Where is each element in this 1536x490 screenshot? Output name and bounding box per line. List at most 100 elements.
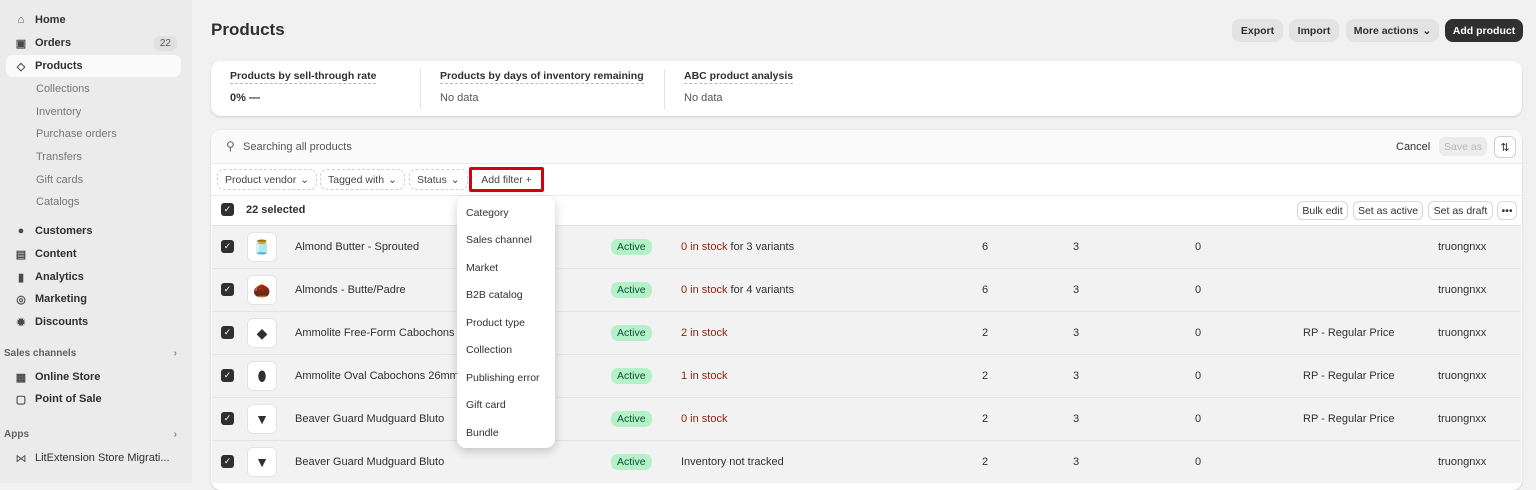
add-filter-button[interactable]: Add filter + bbox=[469, 167, 544, 192]
column-value: 0 bbox=[1195, 327, 1202, 339]
nav-label: Orders bbox=[35, 37, 72, 49]
row-checkbox[interactable]: ✓ bbox=[221, 412, 234, 425]
metric-label: Products by sell-through rate bbox=[230, 70, 377, 84]
menu-item-collection[interactable]: Collection bbox=[466, 344, 512, 356]
apps-heading[interactable]: Apps › bbox=[4, 429, 179, 440]
save-as-button[interactable]: Save as bbox=[1439, 137, 1487, 156]
inventory-cell: 1 in stock bbox=[681, 370, 727, 382]
filter-product-vendor[interactable]: Product vendor ⌄ bbox=[217, 169, 318, 190]
more-icon[interactable]: ••• bbox=[1497, 201, 1517, 220]
vendor-cell: truongnxx bbox=[1438, 456, 1487, 468]
product-thumbnail: ◆ bbox=[247, 318, 277, 348]
inventory-cell: 0 in stock bbox=[681, 413, 727, 425]
export-button[interactable]: Export bbox=[1232, 19, 1283, 42]
menu-item-bundle[interactable]: Bundle bbox=[466, 427, 499, 439]
metric-label: ABC product analysis bbox=[684, 70, 794, 84]
column-value: 0 bbox=[1195, 370, 1202, 382]
selected-count: 22 selected bbox=[246, 204, 306, 216]
product-name[interactable]: Almonds - Butte/Padre bbox=[295, 284, 406, 296]
status-badge: Active bbox=[611, 411, 652, 427]
metric-value: No data bbox=[440, 92, 479, 104]
add-product-button[interactable]: Add product bbox=[1445, 19, 1523, 42]
metric-sell-through[interactable]: Products by sell-through rate 0% — bbox=[230, 70, 377, 104]
nav-label: Products bbox=[35, 60, 83, 72]
table-row[interactable]: ✓ ▼ Beaver Guard Mudguard Bluto Active 0… bbox=[212, 397, 1521, 440]
nav-label: Online Store bbox=[35, 371, 101, 383]
column-value: 0 bbox=[1195, 456, 1202, 468]
filter-status[interactable]: Status ⌄ bbox=[409, 169, 468, 190]
chip-label: Product vendor bbox=[225, 173, 297, 186]
filter-tagged-with[interactable]: Tagged with ⌄ bbox=[320, 169, 405, 190]
chevron-down-icon: ⌄ bbox=[450, 173, 460, 186]
nav-gift-cards[interactable]: Gift cards bbox=[36, 174, 83, 186]
set-as-draft-button[interactable]: Set as draft bbox=[1428, 201, 1493, 220]
search-input[interactable]: Searching all products bbox=[243, 141, 352, 153]
nav-customers[interactable]: ● Customers bbox=[6, 220, 181, 242]
import-button[interactable]: Import bbox=[1289, 19, 1339, 42]
product-name[interactable]: Almond Butter - Sprouted bbox=[295, 241, 419, 253]
select-all-checkbox[interactable]: ✓ bbox=[221, 203, 234, 216]
nav-discounts[interactable]: ✹ Discounts bbox=[6, 311, 181, 333]
column-value: 2 bbox=[982, 413, 989, 425]
nav-orders[interactable]: ▣ Orders 22 bbox=[6, 32, 181, 54]
stock-count: 0 in stock bbox=[681, 241, 728, 253]
product-name[interactable]: Beaver Guard Mudguard Bluto bbox=[295, 413, 444, 425]
menu-item-category[interactable]: Category bbox=[466, 207, 509, 219]
menu-item-market[interactable]: Market bbox=[466, 262, 498, 274]
product-name[interactable]: Beaver Guard Mudguard Bluto bbox=[295, 456, 444, 468]
nav-analytics[interactable]: ▮ Analytics bbox=[6, 266, 181, 288]
nav-inventory[interactable]: Inventory bbox=[36, 106, 81, 118]
menu-item-gift-card[interactable]: Gift card bbox=[466, 399, 506, 411]
menu-item-product-type[interactable]: Product type bbox=[466, 317, 525, 329]
table-row[interactable]: ✓ ⬮ Ammolite Oval Cabochons 26mm Active … bbox=[212, 354, 1521, 397]
vendor-cell: truongnxx bbox=[1438, 327, 1487, 339]
nav-marketing[interactable]: ◎ Marketing bbox=[6, 288, 181, 310]
nav-app-litextension[interactable]: ⋈ LitExtension Store Migrati... bbox=[6, 447, 181, 469]
nav-point-of-sale[interactable]: ▢ Point of Sale bbox=[6, 388, 181, 410]
table-row[interactable]: ✓ ◆ Ammolite Free-Form Cabochons Active … bbox=[212, 311, 1521, 354]
content-icon: ▤ bbox=[15, 248, 27, 261]
menu-item-publishing-error[interactable]: Publishing error bbox=[466, 372, 540, 384]
menu-item-b2b-catalog[interactable]: B2B catalog bbox=[466, 289, 523, 301]
row-checkbox[interactable]: ✓ bbox=[221, 240, 234, 253]
set-as-active-button[interactable]: Set as active bbox=[1353, 201, 1423, 220]
more-actions-label: More actions bbox=[1353, 24, 1419, 37]
row-checkbox[interactable]: ✓ bbox=[221, 326, 234, 339]
row-checkbox[interactable]: ✓ bbox=[221, 283, 234, 296]
sort-icon[interactable]: ⇅ bbox=[1494, 136, 1516, 158]
nav-transfers[interactable]: Transfers bbox=[36, 151, 82, 163]
table-row[interactable]: ✓ 🌰 Almonds - Butte/Padre Active 0 in st… bbox=[212, 268, 1521, 311]
more-actions-button[interactable]: More actions ⌄ bbox=[1346, 19, 1439, 42]
nav-collections[interactable]: Collections bbox=[36, 83, 90, 95]
row-checkbox[interactable]: ✓ bbox=[221, 455, 234, 468]
nav-label: Discounts bbox=[35, 316, 89, 328]
column-value: 3 bbox=[1073, 327, 1080, 339]
metric-abc-analysis[interactable]: ABC product analysis No data bbox=[684, 70, 794, 104]
column-value: 3 bbox=[1073, 284, 1080, 296]
column-value: 6 bbox=[982, 284, 989, 296]
metric-days-inventory[interactable]: Products by days of inventory remaining N… bbox=[440, 70, 644, 104]
column-value: 0 bbox=[1195, 284, 1202, 296]
nav-online-store[interactable]: ▦ Online Store bbox=[6, 366, 181, 388]
nav-purchase-orders[interactable]: Purchase orders bbox=[36, 128, 117, 140]
table-row[interactable]: ✓ ▼ Beaver Guard Mudguard Bluto Active I… bbox=[212, 440, 1521, 483]
sidebar: ⌂ Home ▣ Orders 22 ◇ Products Collections In… bbox=[0, 0, 192, 483]
cancel-button[interactable]: Cancel bbox=[1396, 141, 1430, 153]
chevron-down-icon: ⌄ bbox=[300, 173, 310, 186]
nav-label: Home bbox=[35, 14, 66, 26]
bulk-edit-button[interactable]: Bulk edit bbox=[1297, 201, 1348, 220]
menu-item-sales-channel[interactable]: Sales channel bbox=[466, 234, 532, 246]
stock-suffix: for 4 variants bbox=[727, 284, 795, 296]
status-badge: Active bbox=[611, 454, 652, 470]
inventory-cell: 0 in stock for 3 variants bbox=[681, 241, 794, 253]
table-row[interactable]: ✓ 🫙 Almond Butter - Sprouted Active 0 in… bbox=[212, 225, 1521, 268]
nav-label: LitExtension Store Migrati... bbox=[35, 452, 170, 464]
nav-catalogs[interactable]: Catalogs bbox=[36, 196, 79, 208]
product-name[interactable]: Ammolite Free-Form Cabochons bbox=[295, 327, 455, 339]
nav-content[interactable]: ▤ Content bbox=[6, 243, 181, 265]
nav-home[interactable]: ⌂ Home bbox=[6, 9, 181, 31]
nav-products[interactable]: ◇ Products bbox=[6, 55, 181, 77]
row-checkbox[interactable]: ✓ bbox=[221, 369, 234, 382]
sales-channels-heading[interactable]: Sales channels › bbox=[4, 348, 179, 359]
product-name[interactable]: Ammolite Oval Cabochons 26mm bbox=[295, 370, 459, 382]
